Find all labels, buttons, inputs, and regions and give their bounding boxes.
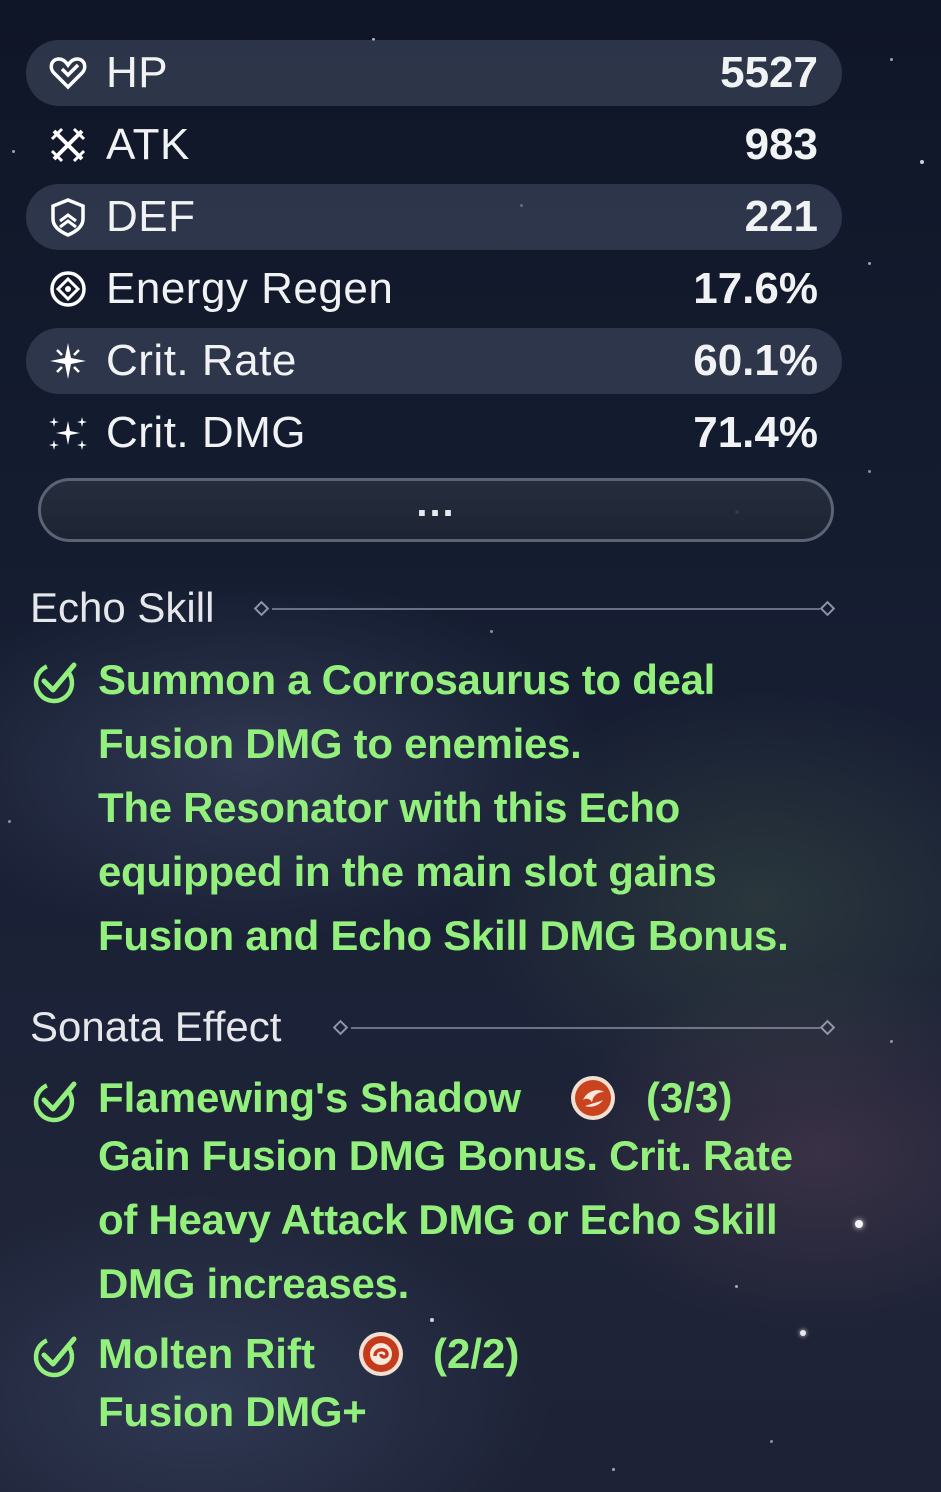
echo-skill-line: The Resonator with this Echo [98, 784, 680, 831]
stat-label: HP [106, 48, 169, 97]
sparkle-icon [46, 339, 90, 383]
sonata-effect-divider [351, 1027, 820, 1029]
stat-label: Crit. DMG [106, 408, 307, 457]
sonata-effect-line: Fusion DMG+ [98, 1388, 367, 1435]
stat-value: 983 [744, 120, 818, 169]
flamewing-icon [571, 1076, 615, 1120]
stat-label: Energy Regen [106, 264, 394, 313]
stat-value: 221 [744, 192, 818, 241]
divider-diamond [819, 600, 836, 617]
stat-row-atk: ATK 983 [26, 112, 842, 178]
stat-row-energy-regen: Energy Regen 17.6% [26, 256, 842, 322]
sonata-set-count: (2/2) [433, 1330, 520, 1377]
echo-skill-line: Summon a Corrosaurus to deal [98, 656, 716, 703]
stat-value: 17.6% [693, 264, 818, 313]
sonata-effect-line: of Heavy Attack DMG or Echo Skill [98, 1196, 778, 1243]
check-icon [33, 662, 77, 704]
sonata-set-name: Flamewing's Shadow [98, 1074, 522, 1121]
divider-diamond [253, 600, 270, 617]
check-icon [33, 1081, 77, 1123]
divider-diamond [819, 1019, 836, 1036]
stat-value: 60.1% [693, 336, 818, 385]
echo-skill-title: Echo Skill [30, 584, 215, 631]
molten-rift-icon [359, 1332, 403, 1376]
more-stats-label: ... [416, 481, 456, 525]
stat-label: Crit. Rate [106, 336, 297, 385]
echo-skill-line: Fusion and Echo Skill DMG Bonus. [98, 912, 789, 959]
sonata-effect-title: Sonata Effect [30, 1003, 282, 1050]
sonata-set-name: Molten Rift [98, 1330, 315, 1377]
stat-value: 71.4% [693, 408, 818, 457]
sonata-effect-line: Gain Fusion DMG Bonus. Crit. Rate [98, 1132, 793, 1179]
sonata-effect-line: DMG increases. [98, 1260, 409, 1307]
energy-regen-icon [46, 267, 90, 311]
sonata-set-count: (3/3) [646, 1074, 733, 1121]
check-icon [33, 1336, 77, 1378]
stat-row-hp: HP 5527 [26, 40, 842, 106]
divider-diamond [332, 1019, 349, 1036]
more-stats-button[interactable]: ... [38, 478, 834, 542]
echo-skill-divider [272, 608, 820, 610]
stat-label: DEF [106, 192, 196, 241]
shield-icon [46, 195, 90, 239]
stat-row-def: DEF 221 [26, 184, 842, 250]
echo-skill-line: Fusion DMG to enemies. [98, 720, 582, 767]
heart-icon [46, 51, 90, 95]
crossed-swords-icon [46, 123, 90, 167]
multi-sparkle-icon [46, 411, 90, 455]
stats-panel: HP 5527 ATK 983 DEF 221 Energy Regen 17.… [26, 40, 842, 472]
stat-row-crit-dmg: Crit. DMG 71.4% [26, 400, 842, 466]
stat-label: ATK [106, 120, 190, 169]
stat-value: 5527 [720, 48, 818, 97]
stat-row-crit-rate: Crit. Rate 60.1% [26, 328, 842, 394]
echo-skill-line: equipped in the main slot gains [98, 848, 717, 895]
